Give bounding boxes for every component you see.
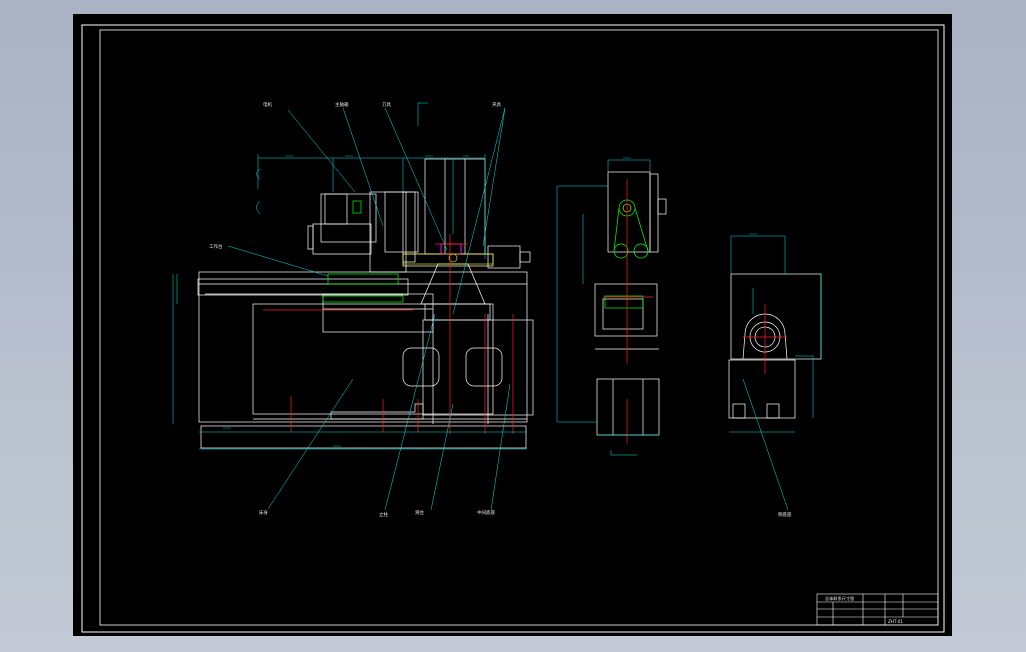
label-motor: 电机 <box>263 101 272 108</box>
label-tool: 刀具 <box>382 102 391 108</box>
end-dimensions <box>729 235 822 433</box>
end-centerlines <box>743 304 787 374</box>
side-base <box>596 378 660 436</box>
tool-highlight <box>440 243 462 255</box>
label-slide: 滑台 <box>415 509 424 516</box>
bed-body <box>198 271 528 423</box>
side-column <box>607 171 651 253</box>
gear-train <box>402 253 494 265</box>
label-fixture: 夹具 <box>492 101 501 108</box>
cad-drawing: 电机 主轴箱 刀具 夹具 工作台 床身 立柱 滑台 中间底座 侧底座 总体联系尺… <box>81 24 945 633</box>
label-center-bed: 中间底座 <box>477 509 495 516</box>
label-side-base: 侧底座 <box>778 511 792 518</box>
side-green-parts <box>604 199 649 309</box>
worktable-rail <box>197 278 409 296</box>
drawing-sheet: 电机 主轴箱 刀具 夹具 工作台 床身 立柱 滑台 中间底座 侧底座 总体联系尺… <box>73 14 952 636</box>
end-view <box>728 273 822 419</box>
side-centerlines <box>603 179 653 444</box>
center-base <box>422 319 534 416</box>
front-dimensions <box>172 154 527 450</box>
slide-box <box>322 293 434 333</box>
label-bed: 床身 <box>259 509 268 516</box>
title-block-title: 总体联系尺寸图 <box>825 595 854 602</box>
front-view <box>197 158 534 449</box>
label-spindle-box: 主轴箱 <box>335 101 349 108</box>
end-upper-block <box>730 273 822 360</box>
side-view <box>594 171 667 436</box>
motor-housing <box>320 193 377 243</box>
dim-captions <box>223 155 757 447</box>
label-worktable: 工作台 <box>209 243 223 250</box>
label-column: 立柱 <box>379 511 388 518</box>
end-lower-block <box>728 359 796 419</box>
front-green-parts <box>322 200 404 303</box>
title-block-number: ZHT-01 <box>888 619 903 624</box>
end-leader <box>742 378 789 511</box>
inner-frame <box>99 29 939 626</box>
